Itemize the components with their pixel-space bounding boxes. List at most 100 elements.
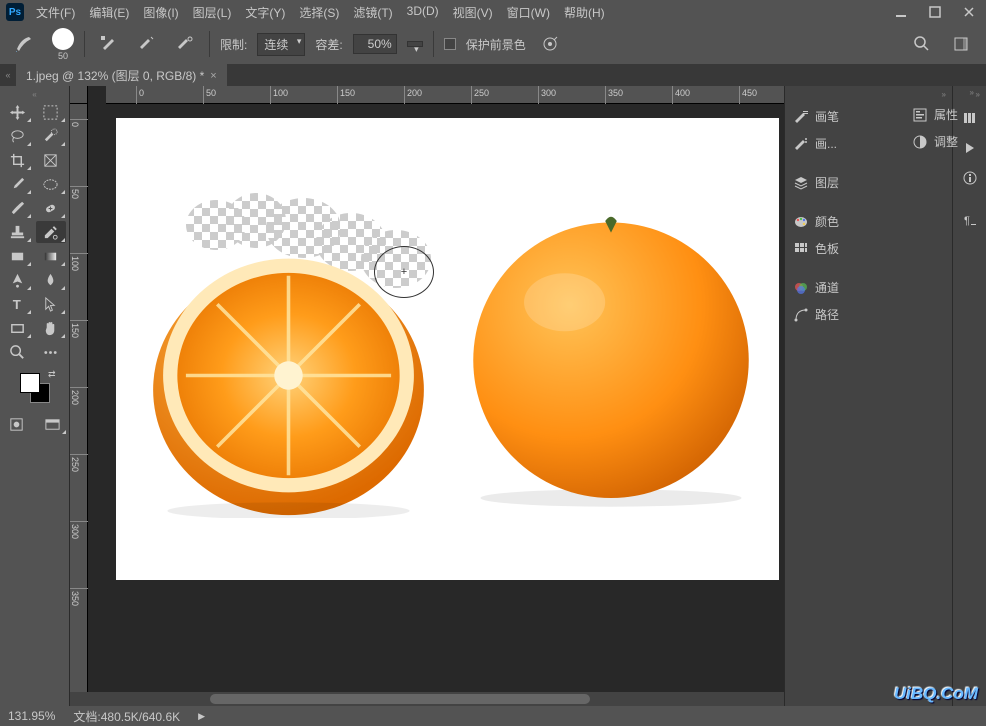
panel-character[interactable]: ¶ [953,205,986,235]
menu-window[interactable]: 窗口(W) [507,4,550,21]
healing-tool[interactable] [36,197,66,219]
panel-properties[interactable]: 属性 [904,101,980,128]
swap-colors-icon[interactable]: ⇄ [48,369,56,380]
menu-text[interactable]: 文字(Y) [245,4,285,21]
search-icon[interactable] [908,30,936,58]
ruler-tick: 0 [136,86,144,104]
ruler-tick: 200 [70,387,88,405]
blur-tool[interactable] [36,269,66,291]
tolerance-input[interactable]: 50% [353,34,397,54]
ruler-tick: 250 [471,86,489,104]
canvas-viewport[interactable]: + [88,104,784,692]
protect-fg-checkbox[interactable] [444,38,456,50]
brush-size-value: 50 [58,51,68,61]
ruler-corner [70,86,88,104]
workspace-switcher[interactable] [948,30,976,58]
panel-label: 图层 [815,174,839,191]
ruler-tick: 400 [672,86,690,104]
panel-collapse[interactable]: » [904,88,980,101]
crop-tool[interactable] [2,149,32,171]
frame-tool[interactable] [36,149,66,171]
brush-tool[interactable] [2,197,32,219]
quick-select-tool[interactable] [36,125,66,147]
ruler-tick: 100 [70,253,88,271]
panel-label: 路径 [815,306,839,323]
gradient-tool[interactable] [36,245,66,267]
quick-mask-tool[interactable] [2,413,32,435]
brush-cursor: + [374,246,434,298]
brush-behavior-1[interactable] [133,30,161,58]
menu-help[interactable]: 帮助(H) [564,4,605,21]
tolerance-label: 容差: [315,36,342,53]
brush-panel-toggle[interactable] [95,30,123,58]
menu-edit[interactable]: 编辑(E) [89,4,129,21]
ruler-horizontal[interactable]: 0 50 100 150 200 250 300 350 400 450 [106,86,784,104]
panel-label: 画笔 [815,108,839,125]
scrollbar-horizontal[interactable] [70,692,784,706]
tool-preset-picker[interactable] [10,30,38,58]
color-swatches[interactable]: ⇄ [18,371,52,405]
brush-circle-icon [52,28,74,50]
menu-3d[interactable]: 3D(D) [407,4,439,21]
watermark: UiBQ.CoM [894,684,978,704]
panel-swatches[interactable]: 色板 [785,235,952,262]
path-select-tool[interactable] [36,293,66,315]
ruler-vertical[interactable]: 0 50 100 150 200 250 300 350 [70,104,88,692]
ruler-tick: 200 [404,86,422,104]
document-tab[interactable]: 1.jpeg @ 132% (图层 0, RGB/8) * × [16,64,227,86]
maximize-button[interactable] [918,0,952,24]
menu-select[interactable]: 选择(S) [299,4,339,21]
menu-layer[interactable]: 图层(L) [193,4,232,21]
pen-tool[interactable] [2,269,32,291]
panel-adjustments[interactable]: 调整 [904,128,980,155]
doc-size-value: 480.5K/640.6K [101,710,180,724]
limit-label: 限制: [220,36,247,53]
menu-filter[interactable]: 滤镜(T) [353,4,392,21]
zoom-tool[interactable] [2,341,32,363]
tab-scroll-left[interactable]: « [0,64,16,86]
panel-layers[interactable]: 图层 [785,169,952,196]
zoom-value[interactable]: 131.95% [8,709,55,723]
panel-channels[interactable]: 通道 [785,274,952,301]
minimize-button[interactable] [884,0,918,24]
svg-text:¶: ¶ [964,215,970,227]
panel-info[interactable] [953,163,986,193]
panel-column-float: » 属性 调整 [904,88,980,155]
hand-tool[interactable] [36,317,66,339]
tolerance-dropdown[interactable] [407,41,423,47]
ruler-tick: 50 [70,186,88,199]
move-tool[interactable] [2,101,32,123]
brush-behavior-2[interactable] [171,30,199,58]
scrollbar-thumb[interactable] [210,694,590,704]
rectangle-tool[interactable] [2,245,32,267]
bg-eraser-tool[interactable] [36,221,66,243]
close-icon[interactable]: × [210,70,216,82]
eyedropper-tool[interactable] [2,173,32,195]
close-button[interactable] [952,0,986,24]
menu-image[interactable]: 图像(I) [143,4,178,21]
menu-file[interactable]: 文件(F) [36,4,75,21]
separator [433,31,434,57]
brush-preview[interactable]: 50 [52,28,74,61]
type-tool[interactable]: T [2,293,32,315]
fg-color-swatch[interactable] [20,373,40,393]
shape-tool[interactable] [2,317,32,339]
screen-mode-tool[interactable] [38,413,68,435]
status-menu[interactable]: ▶ [198,711,205,722]
toolbox-collapse[interactable]: « [2,90,67,99]
ruler-tick: 350 [605,86,623,104]
edit-toolbar[interactable] [36,341,66,363]
ruler-tick: 100 [270,86,288,104]
panel-column-main: » 画笔 画... 图层 颜色 色板 通道 路径 [784,86,952,706]
lasso-tool[interactable] [2,125,32,147]
pressure-icon[interactable] [536,30,564,58]
menu-view[interactable]: 视图(V) [453,4,493,21]
panel-paths[interactable]: 路径 [785,301,952,328]
marquee-oval-tool[interactable] [36,173,66,195]
marquee-tool[interactable] [36,101,66,123]
limit-select[interactable]: 连续 [257,33,305,56]
canvas-image: + [116,118,779,580]
panel-color[interactable]: 颜色 [785,208,952,235]
document-tab-title: 1.jpeg @ 132% (图层 0, RGB/8) * [26,67,204,84]
stamp-tool[interactable] [2,221,32,243]
